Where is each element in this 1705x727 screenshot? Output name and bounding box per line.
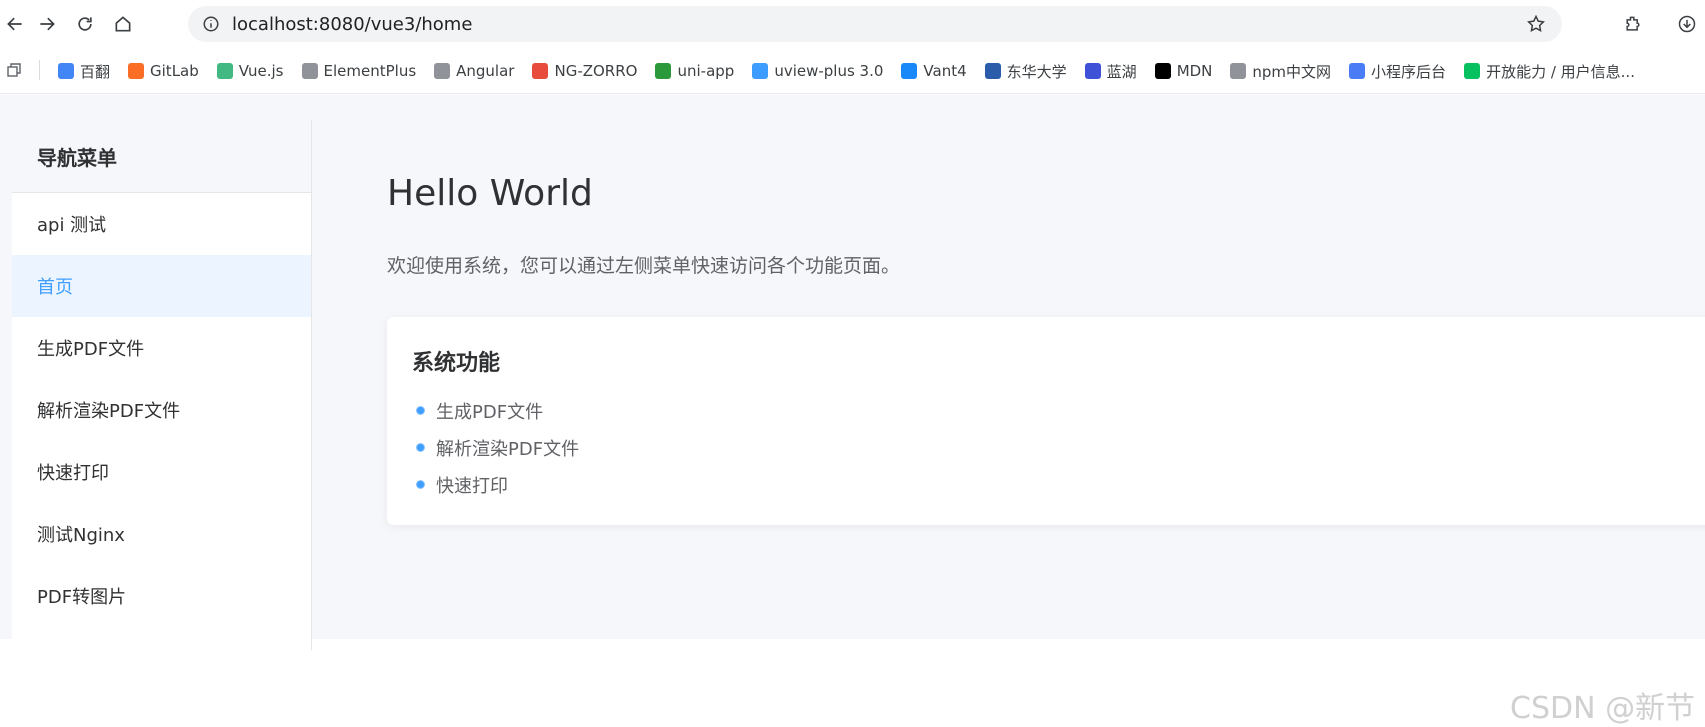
bookmark-item[interactable]: Angular — [434, 59, 514, 83]
bookmark-item[interactable]: Vant4 — [901, 59, 967, 83]
bookmark-item[interactable]: ElementPlus — [301, 59, 417, 83]
feature-label: 生成PDF文件 — [436, 401, 544, 423]
reload-icon — [78, 17, 92, 31]
page-title: Hello World — [387, 173, 593, 214]
bookmark-item[interactable]: uni-app — [655, 59, 734, 83]
feature-label: 解析渲染PDF文件 — [436, 438, 580, 460]
browser-toolbar: localhost:8080/vue3/home — [0, 0, 1705, 48]
bookmark-star-icon[interactable] — [1526, 14, 1546, 34]
feature-item: 解析渲染PDF文件 — [417, 429, 579, 466]
tab-groups-icon[interactable] — [6, 62, 22, 78]
globe-icon — [1230, 63, 1247, 79]
downloads-button[interactable] — [1672, 9, 1702, 39]
bookmark-list: 百翻 GitLab Vue.js ElementPlus Angular NG-ZORRO… — [58, 59, 1653, 83]
translate-icon — [58, 63, 74, 79]
extensions-button[interactable] — [1618, 9, 1648, 39]
info-icon[interactable] — [202, 15, 220, 33]
bookmark-label: 小程序后台 — [1371, 62, 1447, 81]
arrow-right-icon — [40, 17, 55, 31]
bullet-dot-icon — [417, 407, 424, 414]
watermark: CSDN @新节 — [1510, 691, 1696, 726]
bullet-dot-icon — [417, 444, 424, 451]
page-subtitle: 欢迎使用系统，您可以通过左侧菜单快速访问各个功能页面。 — [387, 255, 901, 277]
uview-icon — [752, 63, 769, 79]
feature-list: 生成PDF文件解析渲染PDF文件 快速打印 — [417, 392, 579, 503]
home-button[interactable] — [108, 9, 138, 39]
sidebar-item[interactable]: 首页 — [12, 255, 311, 317]
bookmark-label: 开放能力 / 用户信息... — [1486, 62, 1635, 81]
bookmark-item[interactable]: 百翻 — [58, 59, 110, 83]
bookmark-label: Vue.js — [238, 62, 284, 80]
bookmark-item[interactable]: npm中文网 — [1230, 59, 1331, 83]
sidebar-item[interactable]: api 测试 — [12, 193, 311, 255]
sidebar-item[interactable]: 解析渲染PDF文件 — [12, 379, 311, 441]
vant-icon — [901, 63, 918, 79]
reload-button[interactable] — [70, 9, 100, 39]
bullet-dot-icon — [417, 481, 424, 488]
uniapp-icon — [655, 63, 672, 79]
bookmark-item[interactable]: NG-ZORRO — [532, 59, 637, 83]
sidebar: 导航菜单 api 测试 首页 生成PDF文件 解析渲染PDF文件 快速打印 测试Nginx… — [12, 120, 312, 650]
ng-zorro-icon — [532, 63, 549, 79]
forward-button[interactable] — [32, 9, 62, 39]
bookmark-label: Vant4 — [923, 62, 967, 80]
app-container: 导航菜单 api 测试 首页 生成PDF文件 解析渲染PDF文件 快速打印 测试Nginx… — [0, 95, 1705, 726]
url-text[interactable]: localhost:8080/vue3/home — [232, 14, 472, 35]
sidebar-title: 导航菜单 — [12, 120, 311, 193]
vue-icon — [216, 63, 233, 79]
bookmark-label: ElementPlus — [323, 62, 417, 80]
bookmark-item[interactable]: uview-plus 3.0 — [752, 59, 883, 83]
bookmark-item[interactable]: 开放能力 / 用户信息... — [1464, 59, 1635, 83]
bookmark-item[interactable]: 东华大学 — [984, 59, 1067, 83]
globe-icon — [434, 63, 451, 79]
bookmark-label: npm中文网 — [1252, 62, 1332, 81]
nav-menu: api 测试 首页 生成PDF文件 解析渲染PDF文件 快速打印 测试Nginx PDF转图… — [12, 193, 311, 627]
lanhu-icon — [1084, 63, 1101, 79]
bookmarks-bar: 百翻 GitLab Vue.js ElementPlus Angular NG-ZORRO… — [0, 48, 1705, 94]
bookmark-item[interactable]: GitLab — [128, 59, 199, 83]
main-content: Hello World 欢迎使用系统，您可以通过左侧菜单快速访问各个功能页面。 … — [312, 95, 1705, 639]
bookmark-label: GitLab — [150, 62, 199, 80]
feature-item: 生成PDF文件 — [417, 392, 579, 429]
mdn-icon — [1154, 63, 1171, 79]
card-title: 系统功能 — [412, 351, 501, 376]
wechat-icon — [1464, 63, 1481, 79]
bookmark-label: uview-plus 3.0 — [774, 62, 884, 80]
puzzle-icon — [1626, 16, 1640, 31]
bookmark-item[interactable]: MDN — [1154, 59, 1213, 83]
address-bar[interactable]: localhost:8080/vue3/home — [188, 6, 1562, 42]
feature-label: 快速打印 — [436, 475, 508, 497]
feature-item: 快速打印 — [417, 466, 579, 503]
back-button[interactable] — [0, 9, 30, 39]
gitlab-icon — [128, 63, 145, 79]
bookmark-item[interactable]: 小程序后台 — [1349, 59, 1446, 83]
link-icon — [1349, 63, 1366, 79]
bookmark-label: Angular — [456, 62, 515, 80]
sidebar-item[interactable]: 生成PDF文件 — [12, 317, 311, 379]
bookmark-label: MDN — [1176, 62, 1213, 80]
bookmarks-divider — [39, 60, 40, 80]
bookmark-item[interactable]: Vue.js — [216, 59, 284, 83]
bookmark-label: 百翻 — [80, 62, 111, 81]
bookmark-label: 蓝湖 — [1106, 62, 1137, 81]
arrow-left-icon — [7, 17, 22, 31]
download-icon — [1678, 15, 1696, 33]
bookmark-label: NG-ZORRO — [554, 62, 638, 80]
features-card: 系统功能 生成PDF文件解析渲染PDF文件 快速打印 — [387, 317, 1705, 525]
sidebar-item[interactable]: 测试Nginx — [12, 503, 311, 565]
sidebar-item[interactable]: 快速打印 — [12, 441, 311, 503]
bookmark-label: 东华大学 — [1006, 62, 1067, 81]
globe-icon — [301, 63, 318, 79]
sidebar-item[interactable]: PDF转图片 — [12, 565, 311, 627]
bookmark-item[interactable]: 蓝湖 — [1084, 59, 1137, 83]
home-icon — [115, 16, 131, 32]
university-icon — [984, 63, 1001, 79]
bookmark-label: uni-app — [677, 62, 735, 80]
